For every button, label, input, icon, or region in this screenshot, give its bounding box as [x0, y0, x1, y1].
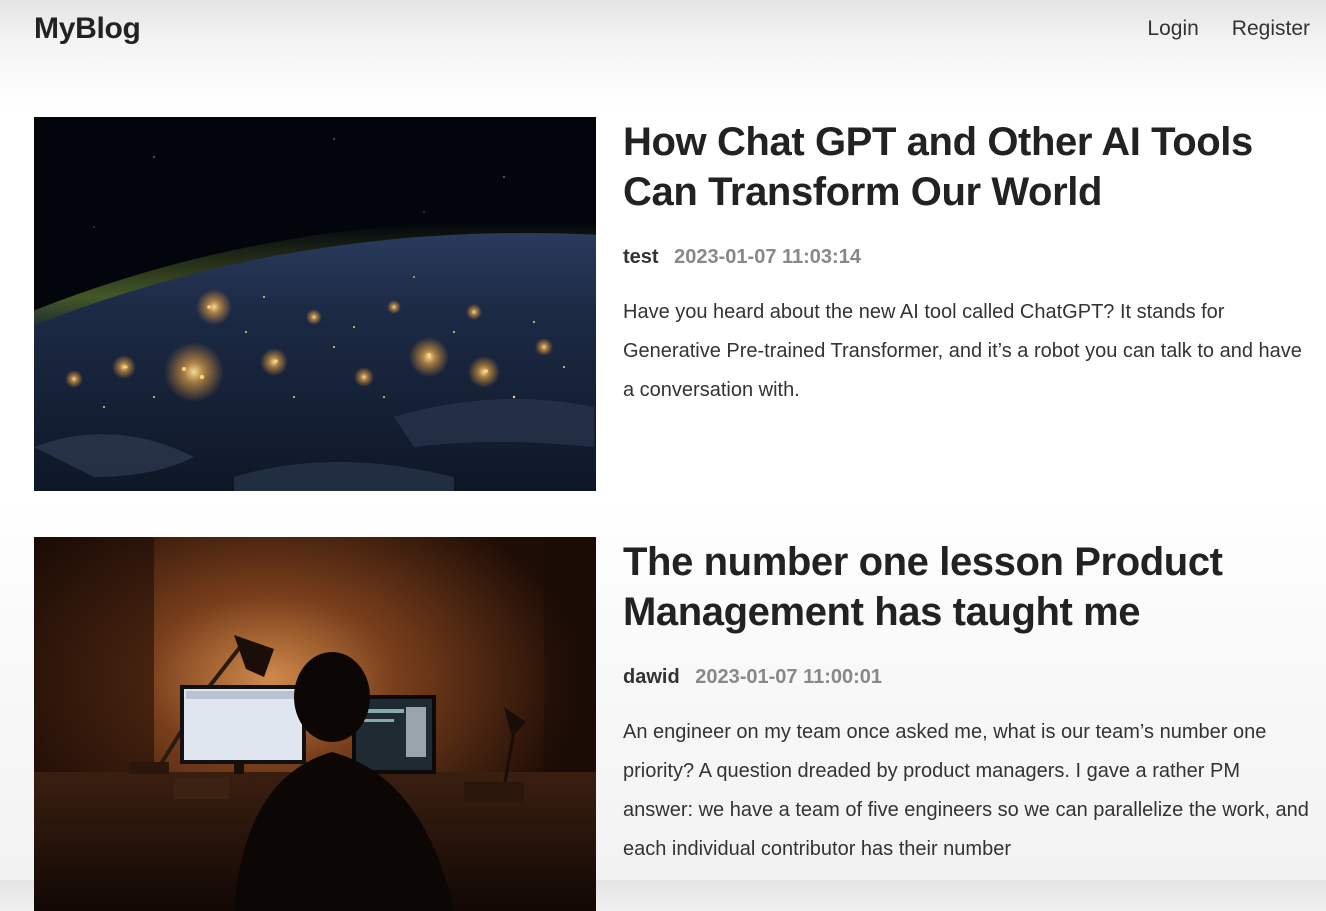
site-logo[interactable]: MyBlog: [34, 12, 141, 46]
post-date: 2023-01-07 11:03:14: [674, 246, 861, 268]
register-link[interactable]: Register: [1232, 17, 1310, 41]
post-meta: dawid 2023-01-07 11:00:01: [623, 663, 1313, 691]
post-info: How Chat GPT and Other AI Tools Can Tran…: [623, 117, 1313, 430]
post-thumbnail[interactable]: [34, 117, 596, 491]
post-meta: test 2023-01-07 11:03:14: [623, 243, 1313, 271]
post-date: 2023-01-07 11:00:01: [695, 666, 883, 688]
post-summary: An engineer on my team once asked me, wh…: [623, 721, 1309, 860]
desk-workspace-image: [34, 537, 596, 911]
post-author: test: [623, 246, 659, 268]
earth-at-night-image: [34, 117, 596, 491]
auth-nav: Login Register: [1147, 17, 1310, 41]
post-summary: Have you heard about the new AI tool cal…: [623, 301, 1302, 401]
post-title[interactable]: The number one lesson Product Management…: [623, 537, 1313, 637]
post-info: The number one lesson Product Management…: [623, 537, 1313, 889]
top-navbar: MyBlog Login Register: [0, 0, 1326, 64]
post-author: dawid: [623, 666, 680, 688]
login-link[interactable]: Login: [1147, 17, 1198, 41]
post-thumbnail[interactable]: [34, 537, 596, 911]
post-title[interactable]: How Chat GPT and Other AI Tools Can Tran…: [623, 117, 1313, 217]
